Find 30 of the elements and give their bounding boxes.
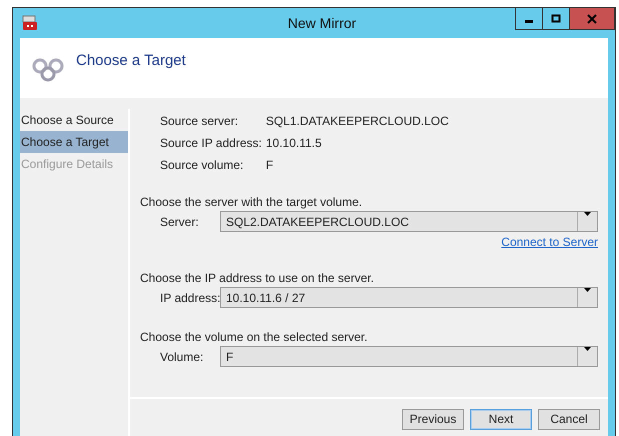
minimize-button[interactable] [515, 8, 543, 30]
close-icon [587, 14, 597, 24]
info-value: 10.10.11.5 [266, 135, 323, 151]
dropdown-field[interactable]: SQL2.DATAKEEPERCLOUD.LOC [220, 211, 598, 232]
dialog-button[interactable]: Next [470, 408, 532, 430]
info-label: Source server: [160, 113, 240, 129]
section-prompt: Choose the server with the target volume. [140, 195, 364, 210]
window-title: New Mirror [286, 15, 358, 31]
section-prompt: Choose the volume on the selected server. [140, 330, 368, 345]
step-item[interactable]: Choose a Source [20, 109, 128, 131]
minimize-icon [525, 20, 533, 23]
info-value: F [266, 157, 274, 173]
section-prompt: Choose the IP address to use on the server. [140, 271, 375, 286]
field-label: Server: [159, 214, 200, 228]
info-label: Source IP address: [160, 135, 262, 151]
linked-rings-icon [32, 56, 64, 82]
dropdown-field[interactable]: F [220, 346, 598, 367]
dialog-button[interactable]: Cancel [538, 408, 600, 430]
field-label: IP address: [159, 290, 220, 304]
close-button[interactable] [569, 8, 615, 30]
dialog-button[interactable]: Previous [402, 408, 464, 430]
info-label: Source volume: [160, 157, 244, 173]
page-title: Choose a Target [76, 52, 186, 69]
connect-link[interactable]: Connect to Server [501, 235, 598, 249]
toolbox-icon [22, 15, 38, 31]
dropdown-field[interactable]: 10.10.11.6 / 27 [220, 287, 598, 308]
info-value: SQL1.DATAKEEPERCLOUD.LOC [266, 113, 449, 129]
field-label: Volume: [159, 350, 204, 364]
maximize-icon [551, 14, 561, 24]
step-item[interactable]: Choose a Target [20, 131, 128, 153]
